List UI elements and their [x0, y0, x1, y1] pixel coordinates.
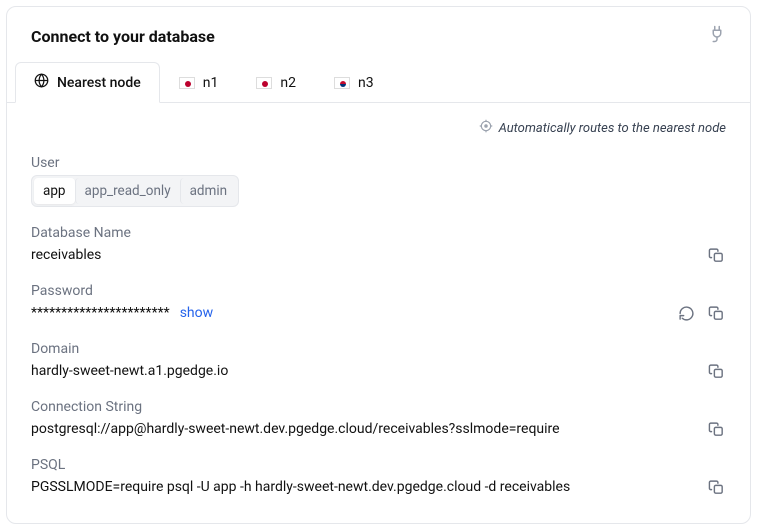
tab-n1[interactable]: n1	[160, 62, 238, 103]
field-connection-string: Connection String postgresql://app@hardl…	[31, 399, 726, 439]
autoroute-text: Automatically routes to the nearest node	[499, 121, 726, 136]
password-masked-value: ***********************	[31, 305, 170, 321]
card-header: Connect to your database	[7, 7, 750, 61]
field-label: Domain	[31, 341, 726, 357]
tab-body: Automatically routes to the nearest node…	[7, 103, 750, 523]
field-label: Password	[31, 283, 726, 299]
flag-japan-icon	[179, 77, 195, 89]
field-label: Database Name	[31, 225, 726, 241]
field-domain: Domain hardly-sweet-newt.a1.pgedge.io	[31, 341, 726, 381]
field-psql: PSQL PGSSLMODE=require psql -U app -h ha…	[31, 457, 726, 497]
location-pin-icon	[479, 119, 493, 137]
user-option-app[interactable]: app	[34, 178, 75, 204]
field-database-name: Database Name receivables	[31, 225, 726, 265]
tab-label: n2	[280, 75, 296, 91]
tab-n2[interactable]: n2	[237, 62, 315, 103]
connection-string-value: postgresql://app@hardly-sweet-newt.dev.p…	[31, 421, 560, 437]
flag-south-korea-icon	[334, 77, 350, 89]
copy-domain-button[interactable]	[706, 361, 726, 381]
user-segmented-control: app app_read_only admin	[31, 175, 239, 207]
copy-connection-string-button[interactable]	[706, 419, 726, 439]
database-name-value: receivables	[31, 247, 101, 263]
tab-label: n1	[203, 75, 219, 91]
field-user: User app app_read_only admin	[31, 155, 726, 207]
copy-database-name-button[interactable]	[706, 245, 726, 265]
tab-n3[interactable]: n3	[315, 62, 393, 103]
field-label: PSQL	[31, 457, 726, 473]
copy-password-button[interactable]	[706, 303, 726, 323]
card-title: Connect to your database	[31, 27, 215, 46]
show-password-button[interactable]: show	[180, 305, 213, 321]
field-label: Connection String	[31, 399, 726, 415]
psql-value: PGSSLMODE=require psql -U app -h hardly-…	[31, 479, 570, 495]
tab-label: n3	[358, 75, 374, 91]
regenerate-password-button[interactable]	[676, 303, 696, 323]
domain-value: hardly-sweet-newt.a1.pgedge.io	[31, 363, 228, 379]
field-password: Password *********************** show	[31, 283, 726, 323]
user-option-app-read-only[interactable]: app_read_only	[75, 178, 180, 204]
copy-psql-button[interactable]	[706, 477, 726, 497]
user-option-admin[interactable]: admin	[180, 178, 237, 204]
flag-japan-icon	[256, 77, 272, 89]
tab-label: Nearest node	[57, 75, 141, 91]
node-tabs: Nearest node n1 n2 n3	[7, 61, 750, 103]
tab-nearest-node[interactable]: Nearest node	[15, 62, 160, 103]
connect-card: Connect to your database Nearest node n1…	[6, 6, 751, 524]
autoroute-note: Automatically routes to the nearest node	[31, 119, 726, 137]
field-label: User	[31, 155, 726, 171]
globe-icon	[34, 73, 49, 92]
plug-icon	[708, 25, 726, 47]
